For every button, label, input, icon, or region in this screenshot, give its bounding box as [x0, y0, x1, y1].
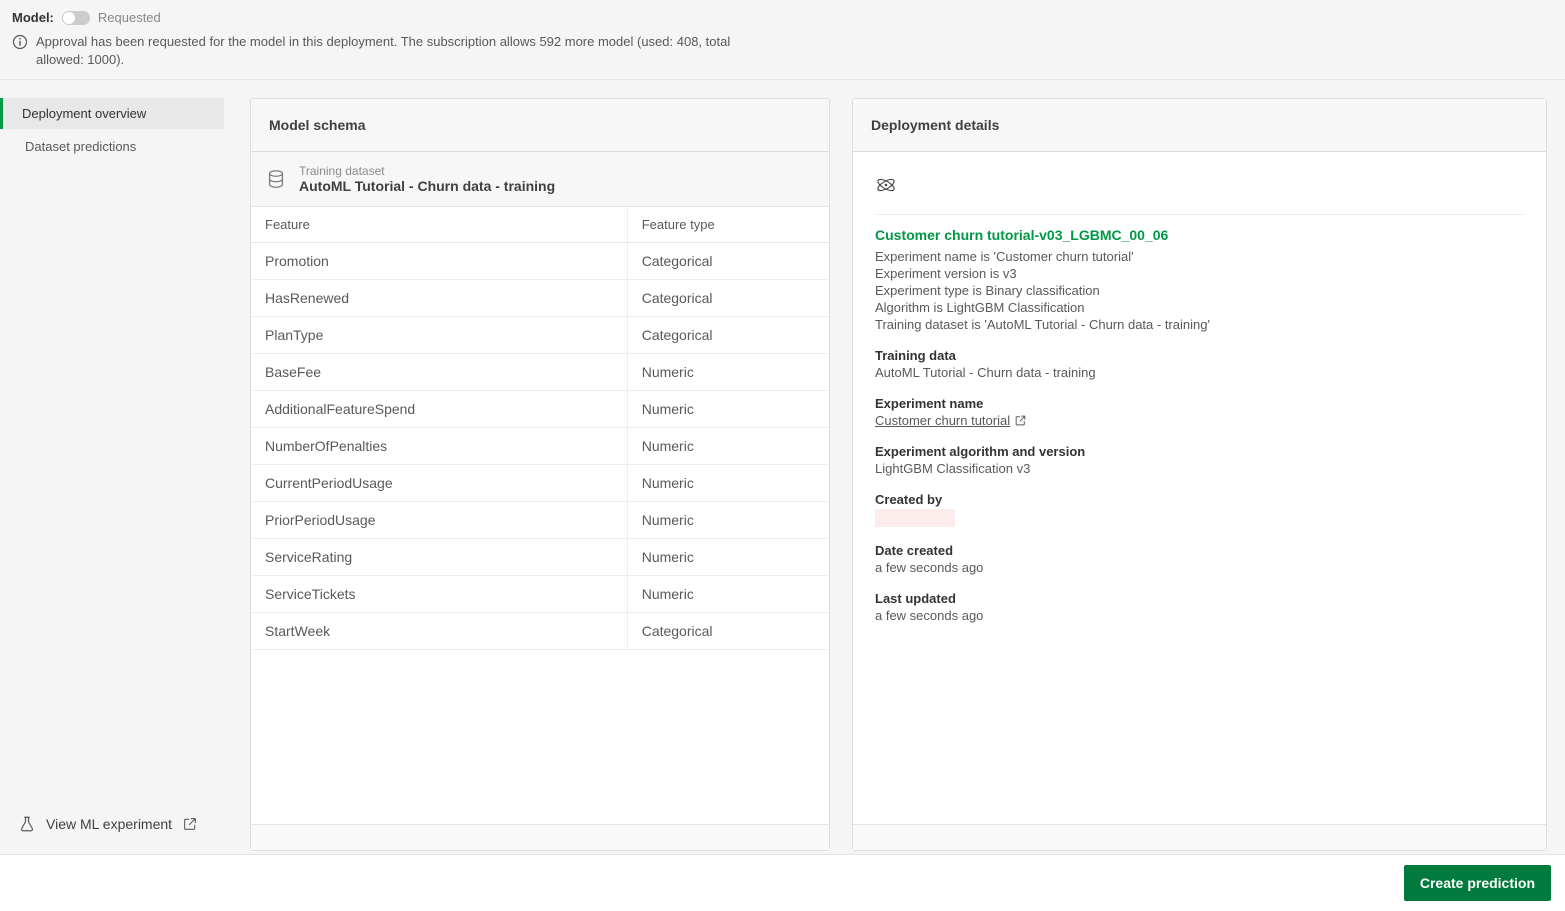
date-created-value: a few seconds ago: [875, 560, 1524, 575]
approval-info-text: Approval has been requested for the mode…: [36, 33, 732, 69]
summary-line: Algorithm is LightGBM Classification: [875, 300, 1524, 315]
sidebar-item-deployment-overview[interactable]: Deployment overview: [0, 98, 224, 129]
feature-type: Numeric: [627, 428, 829, 464]
summary-line: Experiment type is Binary classification: [875, 283, 1524, 298]
external-link-icon: [182, 816, 198, 832]
feature-name: ServiceTickets: [251, 576, 627, 612]
table-row: CurrentPeriodUsageNumeric: [251, 465, 829, 502]
view-ml-experiment-link[interactable]: View ML experiment: [18, 815, 218, 833]
feature-type: Numeric: [627, 539, 829, 575]
feature-name: BaseFee: [251, 354, 627, 390]
table-row: HasRenewedCategorical: [251, 280, 829, 317]
feature-type: Categorical: [627, 613, 829, 649]
training-data-label: Training data: [875, 348, 1524, 363]
schema-footer: [251, 824, 829, 850]
sidebar: Deployment overviewDataset predictions V…: [0, 80, 232, 851]
feature-name: AdditionalFeatureSpend: [251, 391, 627, 427]
feature-name: Promotion: [251, 243, 627, 279]
model-label: Model:: [12, 10, 54, 25]
experiment-name-value: Customer churn tutorial: [875, 413, 1010, 428]
table-row: NumberOfPenaltiesNumeric: [251, 428, 829, 465]
feature-type: Categorical: [627, 243, 829, 279]
created-by-label: Created by: [875, 492, 1524, 507]
table-row: PriorPeriodUsageNumeric: [251, 502, 829, 539]
approval-status: Requested: [98, 10, 161, 25]
table-row: ServiceTicketsNumeric: [251, 576, 829, 613]
feature-type: Categorical: [627, 280, 829, 316]
last-updated-value: a few seconds ago: [875, 608, 1524, 623]
feature-type: Numeric: [627, 465, 829, 501]
summary-line: Experiment name is 'Customer churn tutor…: [875, 249, 1524, 264]
approval-toggle[interactable]: [62, 11, 90, 25]
sidebar-item-dataset-predictions[interactable]: Dataset predictions: [8, 131, 224, 162]
approval-info: Approval has been requested for the mode…: [12, 33, 732, 69]
feature-type: Categorical: [627, 317, 829, 353]
algorithm-label: Experiment algorithm and version: [875, 444, 1524, 459]
training-dataset-name: AutoML Tutorial - Churn data - training: [299, 178, 555, 194]
view-ml-experiment-label: View ML experiment: [46, 816, 172, 832]
training-data-value: AutoML Tutorial - Churn data - training: [875, 365, 1524, 380]
feature-name: NumberOfPenalties: [251, 428, 627, 464]
schema-table-body: PromotionCategoricalHasRenewedCategorica…: [251, 243, 829, 824]
feature-name: HasRenewed: [251, 280, 627, 316]
deployment-details-panel: Deployment details Customer churn tutori…: [852, 98, 1547, 851]
col-feature-header: Feature: [251, 207, 627, 242]
algorithm-value: LightGBM Classification v3: [875, 461, 1524, 476]
experiment-name-label: Experiment name: [875, 396, 1524, 411]
external-link-icon: [1014, 414, 1027, 427]
experiment-name-link[interactable]: Customer churn tutorial: [875, 413, 1027, 428]
create-prediction-button[interactable]: Create prediction: [1404, 865, 1551, 901]
feature-name: PlanType: [251, 317, 627, 353]
created-by-value: [875, 509, 955, 527]
database-icon: [265, 168, 287, 190]
table-row: PlanTypeCategorical: [251, 317, 829, 354]
model-schema-panel: Model schema Training dataset AutoML Tut…: [250, 98, 830, 851]
feature-type: Numeric: [627, 354, 829, 390]
feature-name: StartWeek: [251, 613, 627, 649]
feature-name: PriorPeriodUsage: [251, 502, 627, 538]
feature-type: Numeric: [627, 576, 829, 612]
feature-type: Numeric: [627, 502, 829, 538]
table-row: AdditionalFeatureSpendNumeric: [251, 391, 829, 428]
model-schema-title: Model schema: [251, 99, 829, 152]
flask-icon: [18, 815, 36, 833]
col-type-header: Feature type: [627, 207, 829, 242]
model-name-link[interactable]: Customer churn tutorial-v03_LGBMC_00_06: [875, 227, 1524, 243]
toggle-knob: [63, 12, 75, 24]
deployment-details-title: Deployment details: [853, 99, 1546, 152]
schema-table-header: Feature Feature type: [251, 207, 829, 243]
details-footer: [853, 824, 1546, 850]
feature-name: ServiceRating: [251, 539, 627, 575]
topbar: Model: Requested Approval has been reque…: [0, 0, 1565, 80]
last-updated-label: Last updated: [875, 591, 1524, 606]
footer-bar: Create prediction: [0, 854, 1565, 911]
date-created-label: Date created: [875, 543, 1524, 558]
table-row: PromotionCategorical: [251, 243, 829, 280]
summary-line: Training dataset is 'AutoML Tutorial - C…: [875, 317, 1524, 332]
atom-icon: [875, 174, 897, 196]
info-icon: [12, 34, 28, 50]
training-dataset-label: Training dataset: [299, 164, 555, 178]
feature-name: CurrentPeriodUsage: [251, 465, 627, 501]
table-row: ServiceRatingNumeric: [251, 539, 829, 576]
summary-line: Experiment version is v3: [875, 266, 1524, 281]
table-row: StartWeekCategorical: [251, 613, 829, 650]
table-row: BaseFeeNumeric: [251, 354, 829, 391]
feature-type: Numeric: [627, 391, 829, 427]
